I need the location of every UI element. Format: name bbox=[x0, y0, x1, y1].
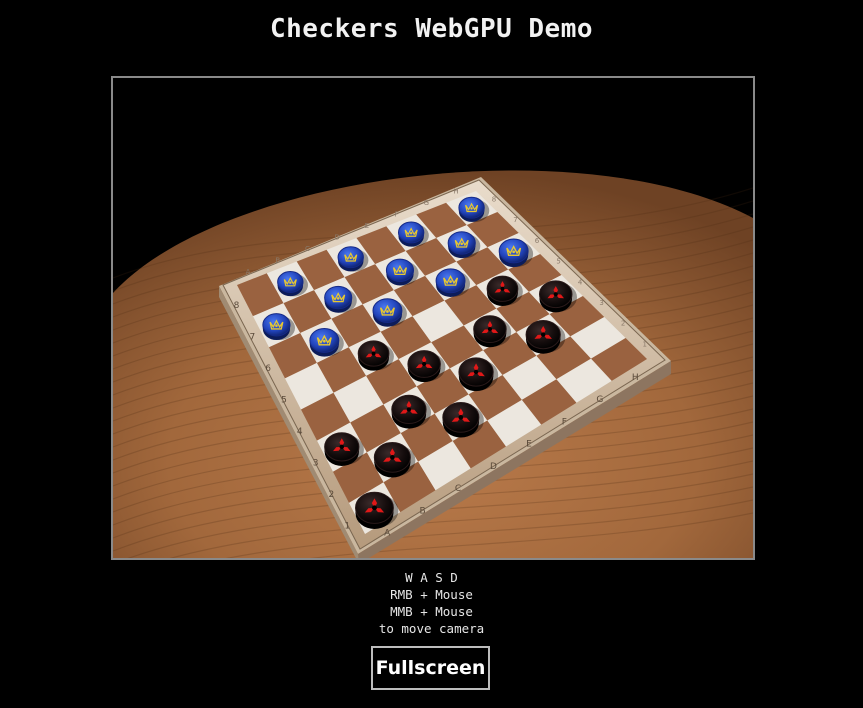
rank-label: 2 bbox=[329, 490, 335, 500]
checkers-scene[interactable]: A A B B C C D D E E F F G G H H 1 1 2 2 3 3 4 4 5 5 6 6 7 7 8 8 bbox=[113, 78, 753, 558]
file-label-far: C bbox=[305, 245, 310, 253]
file-label-far: A bbox=[246, 268, 251, 276]
rank-label: 7 bbox=[249, 333, 255, 343]
rank-label-far: 5 bbox=[556, 258, 560, 266]
help-move-camera: to move camera bbox=[378, 621, 485, 636]
rank-label-far: 4 bbox=[578, 278, 583, 286]
file-label-far: B bbox=[275, 256, 280, 264]
file-label-far: G bbox=[424, 199, 429, 207]
rank-label: 1 bbox=[344, 521, 350, 531]
file-label-far: D bbox=[334, 233, 339, 241]
page-title: Checkers WebGPU Demo bbox=[269, 14, 594, 44]
rank-label: 6 bbox=[265, 364, 271, 374]
rank-label: 4 bbox=[297, 427, 303, 437]
file-label: C bbox=[455, 484, 461, 494]
rank-label-far: 1 bbox=[642, 340, 646, 348]
help-mmb: MMB + Mouse bbox=[390, 604, 473, 619]
help-wasd: W A S D bbox=[405, 570, 458, 585]
file-label: D bbox=[490, 462, 497, 472]
rank-label-far: 6 bbox=[535, 237, 540, 245]
file-label: F bbox=[562, 417, 567, 427]
fullscreen-button[interactable]: Fullscreen bbox=[371, 646, 490, 690]
file-label: B bbox=[420, 506, 426, 516]
file-label: H bbox=[632, 373, 639, 383]
file-label-far: F bbox=[395, 211, 399, 219]
file-label: E bbox=[526, 440, 532, 450]
rank-label: 5 bbox=[281, 395, 287, 405]
help-rmb: RMB + Mouse bbox=[390, 587, 473, 602]
file-label-far: H bbox=[453, 188, 458, 196]
rank-label-far: 2 bbox=[621, 320, 625, 328]
rank-label: 8 bbox=[234, 301, 240, 311]
rank-label: 3 bbox=[313, 458, 319, 468]
webgpu-canvas[interactable]: A A B B C C D D E E F F G G H H 1 1 2 2 3 3 4 4 5 5 6 6 7 7 8 8 bbox=[111, 76, 755, 560]
camera-controls-help: W A S D RMB + Mouse MMB + Mouse to move … bbox=[0, 569, 863, 637]
rank-label-far: 3 bbox=[599, 299, 603, 307]
file-label: A bbox=[384, 529, 391, 539]
rank-label-far: 8 bbox=[492, 196, 496, 204]
file-label-far: E bbox=[365, 222, 369, 230]
file-label: G bbox=[596, 395, 603, 405]
rank-label-far: 7 bbox=[513, 216, 517, 224]
